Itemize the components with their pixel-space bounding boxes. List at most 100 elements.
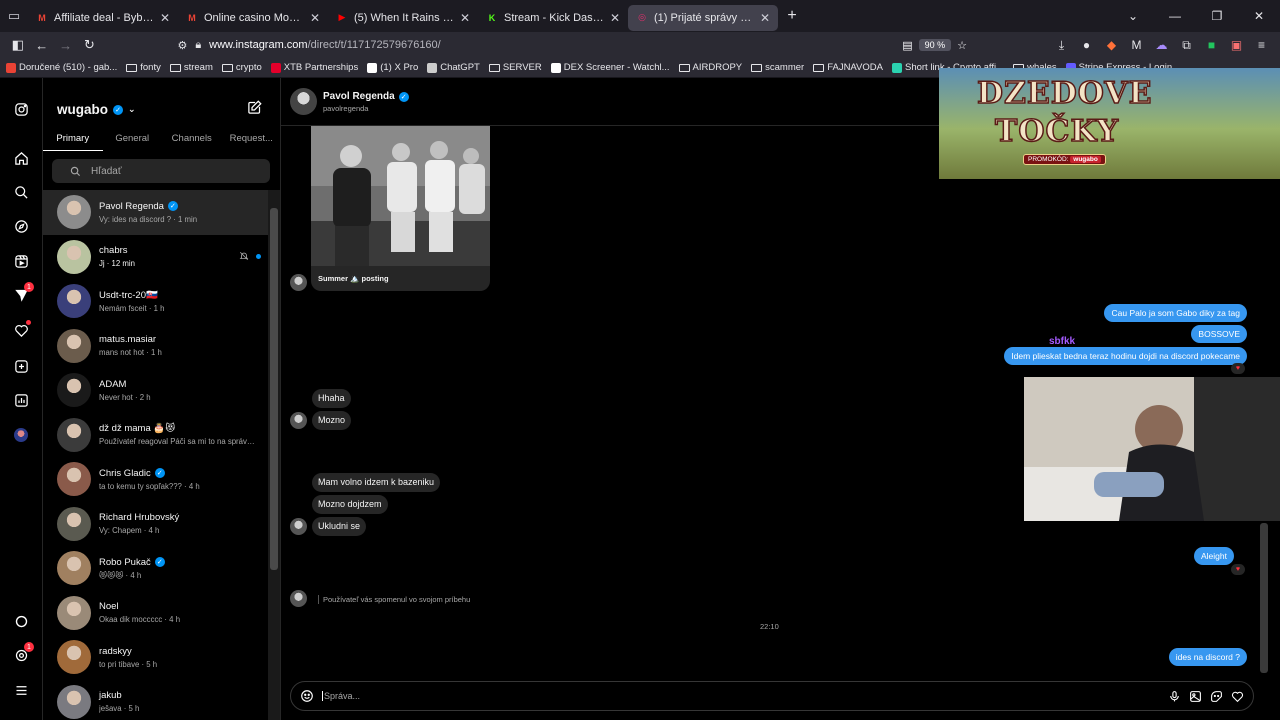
emoji-icon[interactable] [300, 689, 314, 703]
downloads-icon[interactable]: ⤓ [1049, 38, 1074, 53]
browser-tab[interactable]: ◎ (1) Prijaté správy • Direct ✕ [628, 4, 778, 31]
bookmark-item[interactable]: fonty [126, 62, 161, 73]
search-icon[interactable] [12, 183, 30, 201]
contact-avatar-small[interactable] [290, 274, 307, 291]
outgoing-message[interactable]: ides na discord ? [1168, 648, 1247, 666]
home-icon[interactable] [12, 149, 30, 167]
incoming-message[interactable]: Mozno dojdzem [312, 495, 388, 514]
extension-fox-icon[interactable]: ◆ [1099, 38, 1124, 52]
browser-tab[interactable]: M Affiliate deal - Bybit EU - gabo.k ✕ [28, 5, 178, 31]
lock-icon[interactable]: 🔒︎ [195, 39, 201, 52]
conversation-item[interactable]: Richard Hrubovský Vy: Chapem · 4 h [43, 502, 269, 547]
outgoing-message[interactable]: Cau Palo ja som Gabo diky za tag [1104, 304, 1247, 322]
inbox-scrollbar[interactable] [268, 190, 280, 720]
incoming-message[interactable]: Ukludni se [312, 517, 367, 536]
conversation-item[interactable]: Usdt-trc-20🇸🇰 Nemám fsceit · 1 h [43, 279, 269, 324]
back-button[interactable]: ← [30, 34, 54, 56]
extension-cloud-icon[interactable]: ☁ [1149, 38, 1174, 52]
shared-post[interactable]: Summer 🏔️ posting [311, 126, 490, 291]
sidebar-toggle-icon[interactable]: ◧ [6, 34, 30, 56]
instagram-icon[interactable] [12, 100, 30, 118]
heart-reaction-icon[interactable]: ♥ [1231, 564, 1245, 575]
extension-m-icon[interactable]: M [1124, 38, 1149, 52]
message-input[interactable]: Správa... [322, 691, 360, 701]
conversation-item[interactable]: radskyy to pri tibave · 5 h [43, 635, 269, 680]
inbox-tab[interactable]: General [103, 130, 163, 151]
account-switcher[interactable]: wugabo ✓ ⌄ [57, 102, 136, 117]
bookmark-item[interactable]: ChatGPT [427, 62, 480, 73]
browser-tab[interactable]: K Stream - Kick Dashboard ✕ [478, 5, 628, 31]
reload-button[interactable]: ↻ [78, 34, 102, 56]
account-icon[interactable]: ● [1074, 38, 1099, 52]
minimize-button[interactable]: — [1154, 9, 1196, 23]
profile-avatar[interactable] [12, 426, 30, 444]
bookmark-item[interactable]: DEX Screener - Watchl... [550, 62, 670, 73]
bookmark-item[interactable]: FAJNAVODA [813, 62, 883, 73]
zoom-level[interactable]: 90 % [918, 39, 952, 51]
tab-overflow-chevron-icon[interactable]: ⌄ [1112, 9, 1154, 23]
site-permissions-icon[interactable]: ⚙ [177, 39, 187, 52]
dashboard-icon[interactable] [12, 391, 30, 409]
explore-icon[interactable] [12, 217, 30, 235]
contact-avatar-small[interactable] [290, 590, 307, 607]
conversation-item[interactable]: matus.masiar mans not hot · 1 h [43, 324, 269, 369]
contact-avatar-small[interactable] [290, 412, 307, 429]
bookmark-item[interactable]: Doručené (510) - gab... [6, 62, 117, 73]
conversation-item[interactable]: Noel Okaa dik moccccc · 4 h [43, 591, 269, 636]
contact-avatar-small[interactable] [290, 518, 307, 535]
tab-close-icon[interactable]: ✕ [610, 11, 620, 25]
heart-icon[interactable] [1231, 690, 1244, 703]
search-input[interactable]: Hľadať [52, 159, 270, 183]
microphone-icon[interactable] [1168, 690, 1181, 703]
inbox-tab[interactable]: Request... [222, 130, 281, 151]
close-window-button[interactable]: ✕ [1238, 9, 1280, 23]
tab-close-icon[interactable]: ✕ [760, 11, 770, 25]
menu-icon[interactable] [12, 681, 30, 699]
conversation-item[interactable]: chabrs Jj · 12 min [43, 235, 269, 280]
bookmark-item[interactable]: crypto [221, 62, 262, 73]
conversation-item[interactable]: jakub ješava · 5 h [43, 680, 269, 720]
bookmark-item[interactable]: SERVER [488, 62, 542, 73]
contact-name-row[interactable]: Pavol Regenda ✓ [323, 91, 409, 102]
browser-tab[interactable]: M Online casino MonacoBet | Risk... ✕ [178, 5, 328, 31]
extension-badge-icon[interactable]: ▣ [1224, 38, 1249, 52]
image-upload-icon[interactable] [1189, 690, 1202, 703]
chat-scrollbar[interactable] [1260, 523, 1268, 673]
bookmark-item[interactable]: stream [169, 62, 213, 73]
notifications-icon[interactable] [12, 320, 31, 339]
tab-close-icon[interactable]: ✕ [460, 11, 470, 25]
inbox-tab[interactable]: Primary [43, 130, 103, 151]
tab-close-icon[interactable]: ✕ [160, 11, 170, 25]
incoming-message[interactable]: Mozno [312, 411, 352, 430]
sticker-icon[interactable] [1210, 690, 1223, 703]
bookmark-item[interactable]: (1) X Pro [367, 62, 418, 73]
conversation-item[interactable]: Pavol Regenda ✓ Vy: ides na discord ? · 1 … [43, 190, 269, 235]
new-tab-button[interactable]: + [778, 7, 806, 25]
story-mention-note[interactable]: Používateľ vás spomenul vo svojom príbeh… [318, 595, 470, 604]
reels-icon[interactable] [12, 252, 30, 270]
bookmark-item[interactable]: XTB Partnerships [270, 62, 358, 73]
outgoing-message[interactable]: Aleight [1194, 547, 1234, 565]
extensions-icon[interactable]: ⧉ [1174, 38, 1199, 53]
bookmark-item[interactable]: scammer [751, 62, 804, 73]
browser-tab[interactable]: ▶ (5) When It Rains It Pours - ✕ [328, 5, 478, 31]
outgoing-message[interactable]: BOSSOVE [1191, 325, 1247, 343]
app-menu-icon[interactable]: ≡ [1249, 38, 1274, 52]
restore-button[interactable]: ❐ [1196, 9, 1238, 23]
inbox-tab[interactable]: Channels [162, 130, 222, 151]
tab-list-icon[interactable]: ▭ [0, 0, 28, 32]
contact-avatar[interactable] [290, 88, 317, 115]
meta-icon[interactable]: 1 [12, 642, 34, 664]
conversation-item[interactable]: Robo Pukač ✓ 😻😻😻 · 4 h [43, 546, 269, 591]
conversation-item[interactable]: Chris Gladic ✓ ta to kemu ty sopľak??? · 4… [43, 457, 269, 502]
messages-icon[interactable]: 1 [12, 282, 34, 304]
heart-reaction-icon[interactable]: ♥ [1231, 363, 1245, 374]
address-bar[interactable]: ⚙ 🔒︎ www.instagram.com/direct/t/11717257… [177, 34, 967, 56]
threads-icon[interactable] [12, 612, 30, 630]
conversation-item[interactable]: dž dž mama 🎂😻 Používateľ reagoval Páči sa… [43, 413, 269, 458]
incoming-message[interactable]: Hhaha [312, 389, 351, 408]
extension-green-icon[interactable]: ■ [1199, 38, 1224, 52]
create-icon[interactable] [12, 357, 30, 375]
outgoing-message[interactable]: Idem plieskat bedna teraz hodinu dojdi n… [1004, 347, 1247, 365]
tab-close-icon[interactable]: ✕ [310, 11, 320, 25]
